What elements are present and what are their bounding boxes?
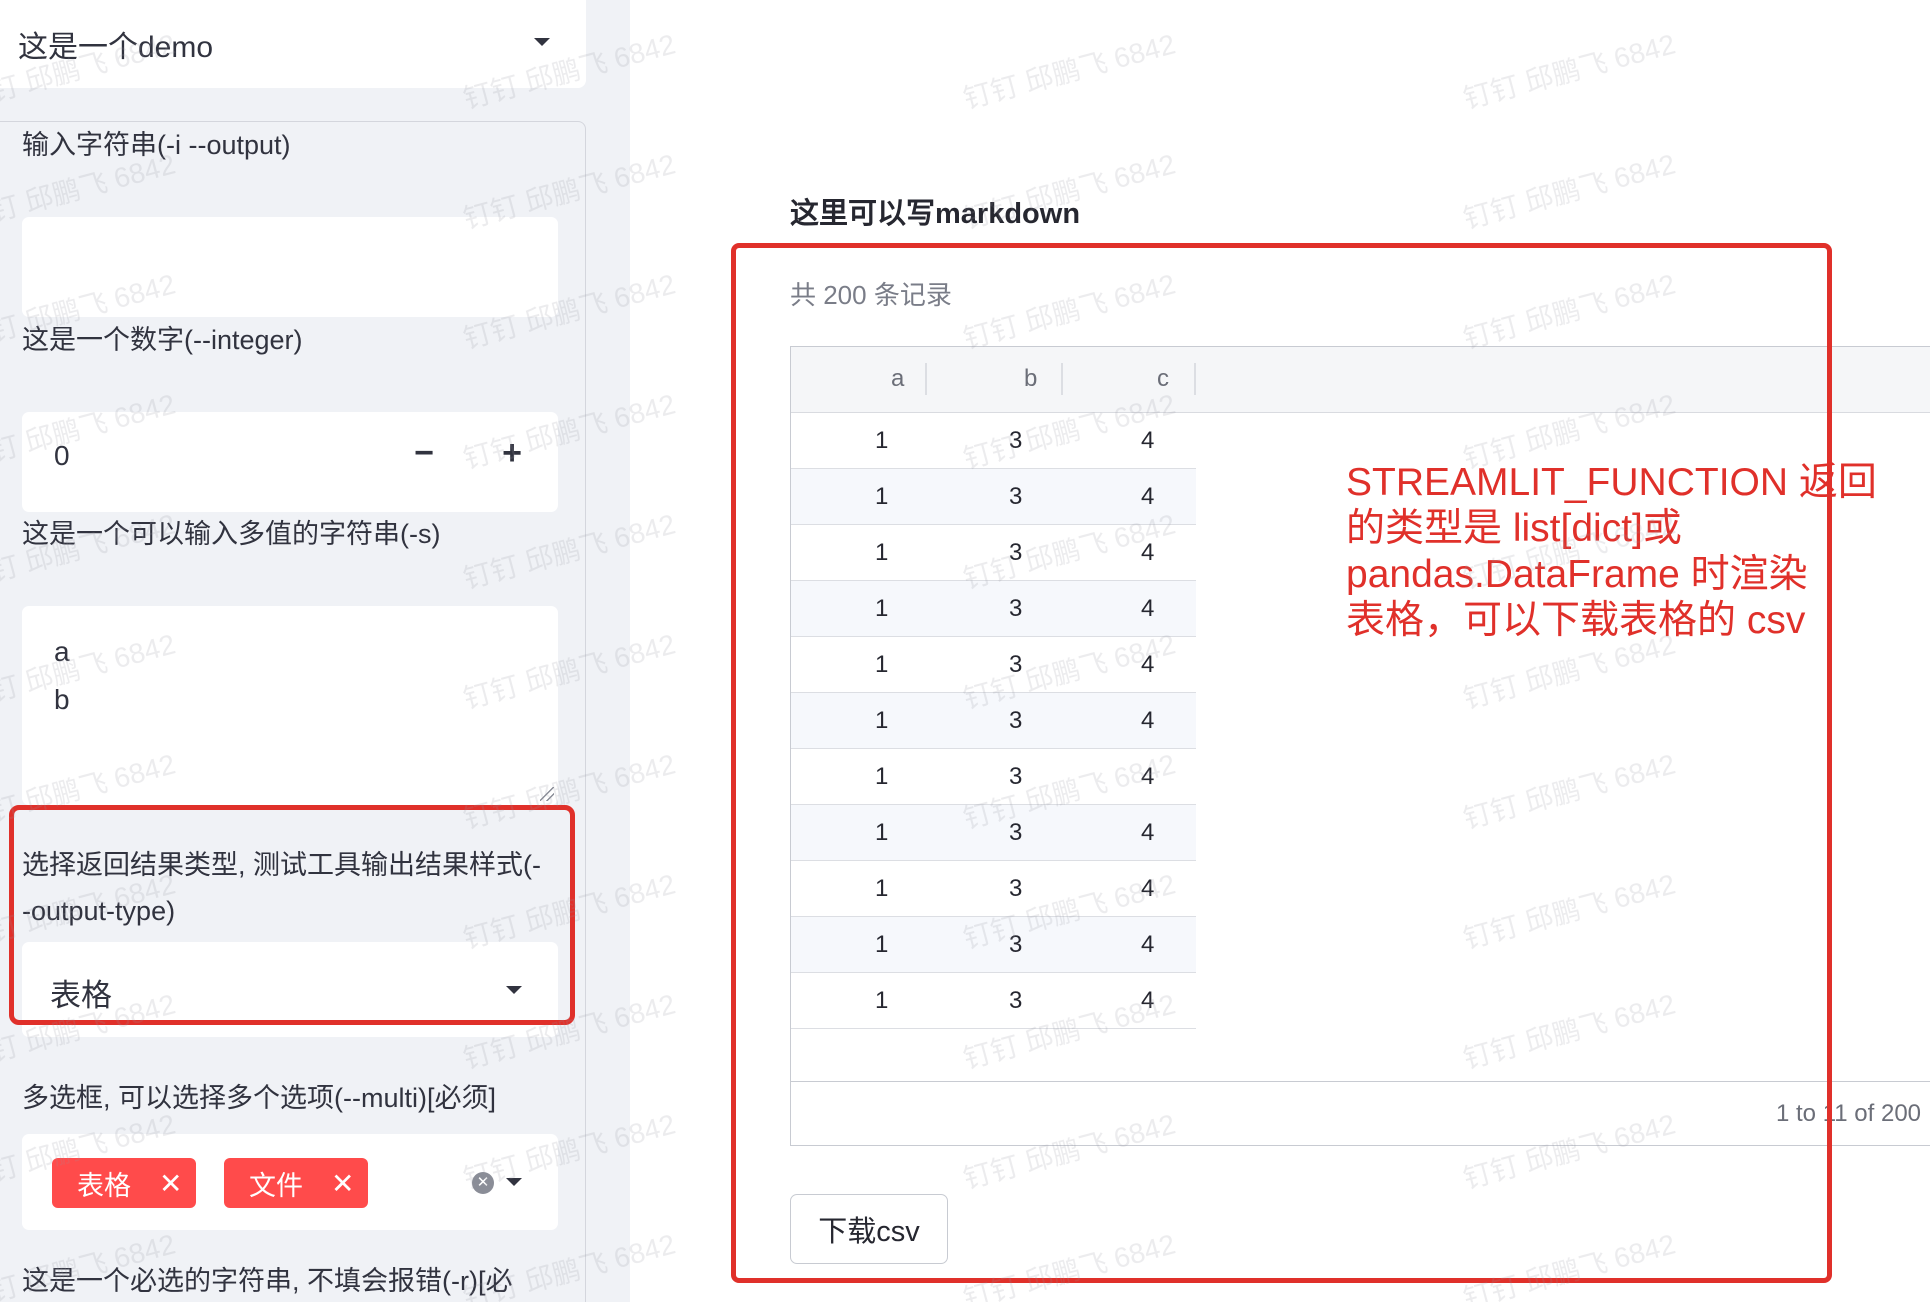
string-input[interactable] [22, 217, 558, 317]
resize-handle-icon[interactable] [540, 787, 554, 801]
app-select[interactable]: 这是一个demo [0, 0, 586, 88]
chevron-down-icon [534, 38, 550, 46]
required-string-label: 这是一个必选的字符串, 不填会报错(-r)[必 [22, 1266, 513, 1296]
string-input-label: 输入字符串(-i --output) [22, 130, 291, 160]
highlight-frame-output-type [9, 805, 575, 1025]
number-input-label: 这是一个数字(--integer) [22, 325, 303, 355]
watermark-text: 钉钉 邱鹏飞 6842 [1460, 28, 1679, 115]
textarea-line: b [54, 684, 70, 715]
multi-select[interactable]: 表格 ✕ 文件 ✕ ✕ [22, 1134, 558, 1230]
number-input-value: 0 [54, 440, 70, 471]
sidebar-form: 输入字符串(-i --output) 这是一个数字(--integer) 0 −… [0, 121, 586, 1302]
selected-tag: 文件 ✕ [224, 1158, 369, 1208]
annotation-line: 的类型是 list[dict]或 [1346, 507, 1682, 550]
page-title: 这里可以写markdown [790, 198, 1081, 230]
tag-label: 表格 [77, 1170, 131, 1201]
watermark-text: 钉钉 邱鹏飞 6842 [1460, 148, 1679, 235]
increment-button[interactable]: + [492, 434, 532, 473]
annotation-line: 表格，可以下载表格的 csv [1346, 599, 1806, 642]
annotation-line: STREAMLIT_FUNCTION 返回 [1346, 461, 1877, 504]
remove-tag-icon[interactable]: ✕ [331, 1167, 354, 1200]
chevron-down-icon [506, 1178, 522, 1186]
multi-select-label: 多选框, 可以选择多个选项(--multi)[必须] [22, 1083, 496, 1113]
annotation-text: STREAMLIT_FUNCTION 返回 的类型是 list[dict]或 p… [1346, 460, 1886, 644]
highlight-frame-table [731, 243, 1832, 1283]
remove-tag-icon[interactable]: ✕ [159, 1167, 182, 1200]
decrement-button[interactable]: − [404, 434, 444, 473]
clear-all-icon[interactable]: ✕ [472, 1172, 494, 1194]
multi-string-label: 这是一个可以输入多值的字符串(-s) [22, 519, 441, 549]
selected-tag: 表格 ✕ [52, 1158, 197, 1208]
watermark-text: 钉钉 邱鹏飞 6842 [960, 28, 1179, 115]
annotation-line: pandas.DataFrame 时渲染 [1346, 553, 1808, 596]
sidebar: 这是一个demo 输入字符串(-i --output) 这是一个数字(--int… [0, 0, 630, 1302]
multi-string-textarea[interactable]: a b [22, 606, 558, 805]
tag-label: 文件 [249, 1170, 303, 1201]
number-input[interactable]: 0 − + [22, 412, 558, 512]
textarea-line: a [54, 636, 70, 667]
app-select-value: 这是一个demo [18, 31, 214, 64]
